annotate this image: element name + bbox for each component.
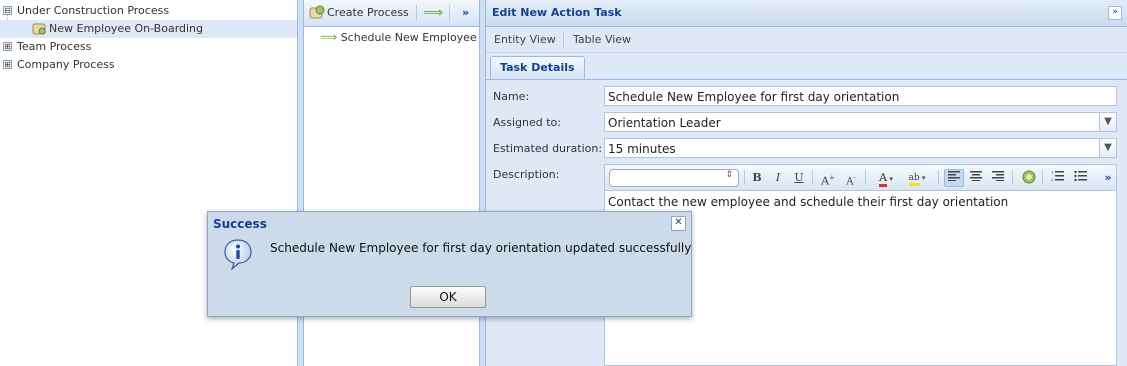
underline-icon[interactable]: U	[790, 170, 808, 186]
font-color-icon[interactable]: A ▾	[873, 170, 899, 187]
process-step-item[interactable]: ⟹ Schedule New Employee fo	[320, 30, 480, 46]
toolbar-separator	[1042, 170, 1043, 185]
view-switcher: Entity View Table View	[486, 27, 1127, 53]
svg-text:2: 2	[1051, 177, 1054, 181]
expand-icon[interactable]: ⊞	[3, 60, 12, 69]
bold-icon[interactable]: B	[748, 170, 766, 186]
view-separator	[563, 33, 564, 47]
font-family-select[interactable]: ⇕	[609, 169, 739, 187]
toolbar-separator	[865, 170, 866, 185]
tree-item-under-construction[interactable]: ⊟ Under Construction Process	[0, 2, 297, 20]
tree-item-company-process[interactable]: ⊞ Company Process	[0, 56, 297, 74]
align-right-icon[interactable]	[989, 170, 1007, 186]
duration-combo[interactable]: 15 minutes ▼	[604, 138, 1117, 158]
tree-item-label: Under Construction Process	[17, 4, 170, 17]
collapse-icon[interactable]: ⊟	[3, 6, 12, 15]
toolbar-more-icon[interactable]: »	[1099, 170, 1117, 186]
duration-value: 15 minutes	[608, 142, 676, 156]
align-left-icon[interactable]	[944, 169, 964, 187]
italic-icon[interactable]: I	[769, 170, 787, 186]
duration-label: Estimated duration:	[493, 142, 603, 155]
entity-view-button[interactable]: Entity View	[494, 33, 556, 46]
middle-toolbar: Create Process ⟹ »	[304, 0, 480, 27]
chevron-down-icon[interactable]: ▼	[1099, 113, 1116, 131]
table-view-button[interactable]: Table View	[573, 33, 631, 46]
decrease-font-icon[interactable]: A-	[842, 170, 860, 187]
toolbar-separator	[416, 5, 417, 21]
ok-button[interactable]: OK	[410, 286, 486, 308]
arrow-right-icon[interactable]: ⟹	[423, 4, 443, 22]
assigned-label: Assigned to:	[493, 116, 561, 129]
name-field[interactable]: Schedule New Employee for first day orie…	[604, 86, 1117, 106]
select-arrows-icon: ⇕	[725, 170, 733, 180]
tree-item-label: Company Process	[17, 58, 115, 71]
name-value: Schedule New Employee for first day orie…	[608, 90, 900, 104]
collapse-panel-icon[interactable]: »	[1108, 6, 1122, 20]
tab-task-details[interactable]: Task Details	[490, 56, 585, 79]
tree-item-label: New Employee On-Boarding	[49, 22, 204, 35]
dialog-message: Schedule New Employee for first day orie…	[270, 241, 692, 255]
name-label: Name:	[493, 90, 530, 103]
tree-item-label: Team Process	[17, 40, 92, 53]
toolbar-separator	[1012, 170, 1013, 185]
close-icon[interactable]: ✕	[671, 216, 686, 231]
increase-font-icon[interactable]: A+	[819, 170, 837, 188]
tab-strip: Task Details	[486, 53, 1127, 80]
tree-item-team-process[interactable]: ⊞ Team Process	[0, 38, 297, 56]
process-step-label: Schedule New Employee fo	[340, 31, 480, 44]
description-text: Contact the new employee and schedule th…	[608, 195, 1009, 209]
info-icon	[222, 238, 252, 271]
dialog-title: Success	[213, 217, 267, 231]
panel-header: Edit New Action Task »	[486, 0, 1127, 27]
ordered-list-icon[interactable]: 12	[1048, 170, 1066, 186]
assigned-to-combo[interactable]: Orientation Leader ▼	[604, 112, 1117, 132]
toolbar-separator	[449, 5, 450, 21]
tree-item-new-employee-onboarding[interactable]: New Employee On-Boarding	[0, 20, 297, 38]
toolbar-separator	[938, 170, 939, 185]
unordered-list-icon[interactable]	[1071, 170, 1089, 186]
expand-icon[interactable]: ⊞	[3, 42, 12, 51]
toolbar-separator	[812, 170, 813, 185]
step-arrow-icon: ⟹	[320, 30, 338, 44]
success-dialog: Success ✕ Schedule New Employee for firs…	[207, 211, 692, 317]
chevron-down-icon[interactable]: ▼	[1099, 139, 1116, 157]
highlight-color-icon[interactable]: ab ▾	[903, 170, 931, 186]
create-process-label: Create Process	[327, 6, 409, 19]
toolbar-separator	[744, 170, 745, 185]
create-process-icon	[309, 5, 325, 26]
align-center-icon[interactable]	[967, 170, 985, 186]
editor-toolbar: ⇕ B I U A+ A- A ▾ ab ▾ 1 2 »	[605, 165, 1116, 191]
panel-title: Edit New Action Task	[492, 6, 622, 19]
description-label: Description:	[493, 168, 560, 181]
svg-text:1: 1	[1051, 170, 1054, 175]
assigned-value: Orientation Leader	[608, 116, 721, 130]
more-icon[interactable]: »	[462, 4, 469, 22]
insert-link-icon[interactable]	[1020, 170, 1038, 186]
